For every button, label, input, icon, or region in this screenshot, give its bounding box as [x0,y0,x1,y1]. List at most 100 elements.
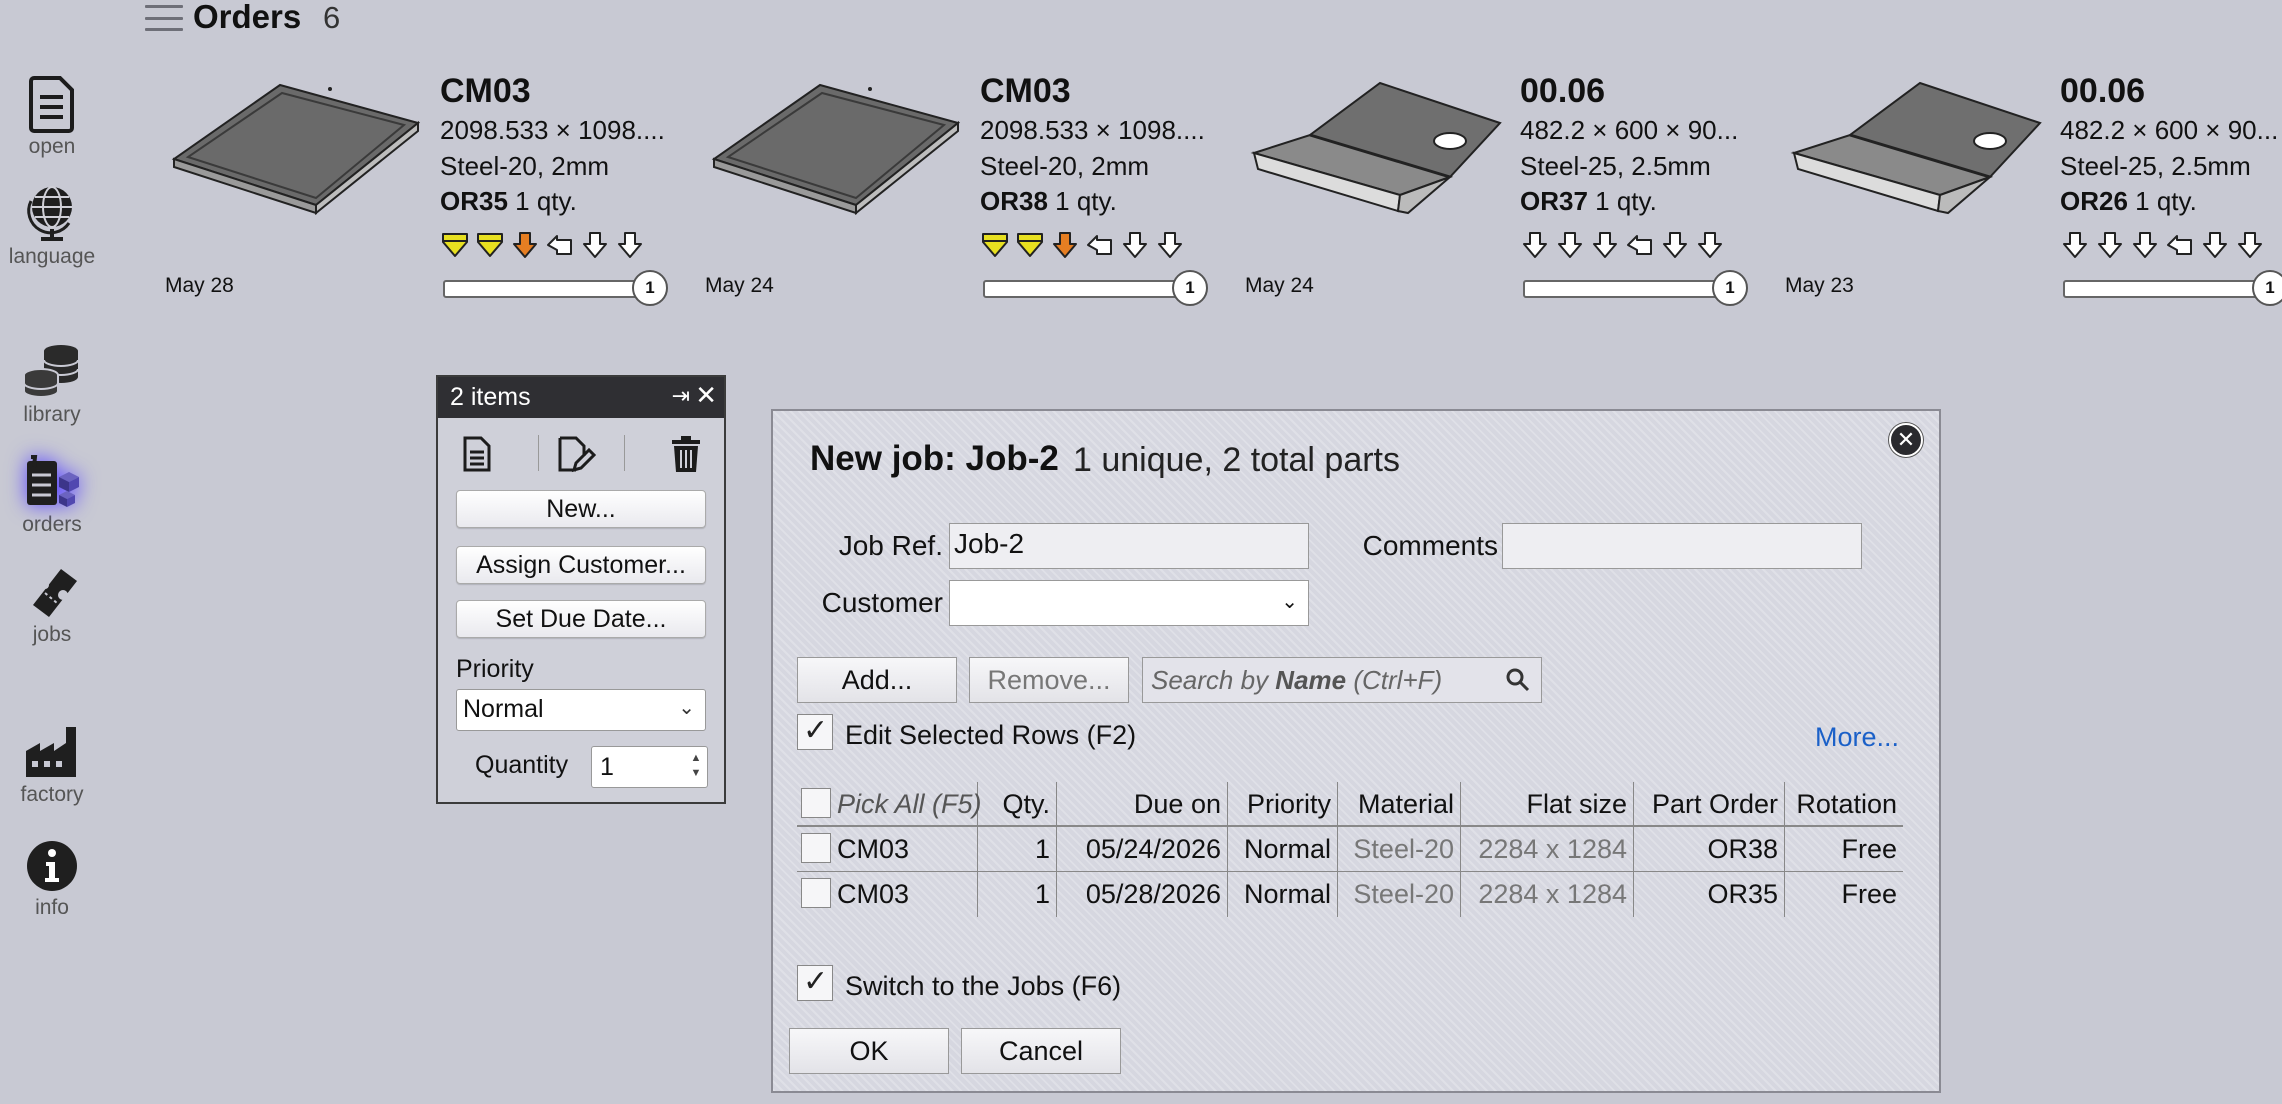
nav-library[interactable]: library [0,343,104,427]
remove-part-button[interactable]: Remove... [969,657,1129,703]
trash-icon[interactable] [664,432,708,476]
column-header-flat-size[interactable]: Flat size [1461,782,1634,827]
due-date: May 24 [1245,274,1314,297]
pick-all-checkbox[interactable] [801,788,831,818]
progress-knob[interactable]: 1 [1712,270,1748,306]
column-header-part-order[interactable]: Part Order [1634,782,1785,827]
assign-customer-button[interactable]: Assign Customer... [456,546,706,584]
comments-field[interactable] [1502,523,1862,569]
globe-icon [27,186,72,241]
progress-knob[interactable]: 1 [2252,270,2282,306]
part-code: 00.06 [1520,72,1606,110]
close-icon[interactable]: ✕ [1889,423,1923,457]
job-ref-field[interactable]: Job-2 [949,523,1309,569]
progress-knob[interactable]: 1 [1172,270,1208,306]
column-header-material[interactable]: Material [1338,782,1461,827]
nav-language[interactable]: language [0,183,104,269]
status-down-icon [2133,232,2157,258]
priority-select[interactable]: Normal ⌄ [456,689,706,731]
status-down-icon [1053,232,1077,258]
nav-open-label: open [28,135,76,158]
column-header-priority[interactable]: Priority [1228,782,1338,827]
cell-priority: Normal [1228,872,1338,917]
part-thumbnail[interactable] [170,75,430,216]
status-yellow-icon [477,233,503,257]
order-card[interactable]: 00.06 482.2 × 600 × 90... Steel-25, 2.5mm O… [1785,55,2282,315]
status-down-icon [1593,232,1617,258]
switch-to-jobs-checkbox[interactable] [797,964,833,1001]
row-checkbox[interactable] [801,878,831,908]
progress-knob[interactable]: 1 [632,270,668,306]
order-line: OR35 1 qty. [440,186,577,217]
orders-icon [27,455,79,507]
database-icon [23,345,79,398]
pick-all-header[interactable]: Pick All (F5) [797,782,982,827]
orders-count: 6 [323,0,341,35]
search-input[interactable]: Search by Name (Ctrl+F) [1142,657,1542,703]
set-due-date-button[interactable]: Set Due Date... [456,600,706,638]
row-checkbox[interactable] [801,833,831,863]
status-down-icon [618,232,642,258]
cell-qty: 1 [978,827,1057,872]
table-row[interactable]: CM03 1 05/28/2026 Normal Steel-20 2284 x… [797,872,1903,917]
nav-jobs-label: jobs [32,623,72,646]
part-code: CM03 [980,72,1071,110]
cell-flat-size: 2284 x 1284 [1461,872,1634,917]
dialog-subtitle: 1 unique, 2 total parts [1073,441,1401,479]
cell-priority: Normal [1228,827,1338,872]
progress-bar [1523,280,1723,298]
search-shortcut: (Ctrl+F) [1346,665,1443,695]
job-ref-label: Job Ref. [838,530,943,561]
part-dimensions: 482.2 × 600 × 90... [1520,115,1739,145]
status-down-icon [513,232,537,258]
order-qty: 1 qty. [1055,186,1117,216]
cell-flat-size: 2284 x 1284 [1461,827,1634,872]
part-material: Steel-25, 2.5mm [2060,151,2251,181]
column-header-qty[interactable]: Qty. [978,782,1057,827]
edit-document-icon[interactable] [552,432,596,476]
close-icon[interactable]: ✕ [695,380,717,411]
order-qty: 1 qty. [2135,186,2197,216]
status-left-icon [1087,235,1112,255]
part-material: Steel-20, 2mm [980,151,1150,181]
ok-button[interactable]: OK [789,1028,949,1074]
table-row[interactable]: CM03 1 05/24/2026 Normal Steel-20 2284 x… [797,827,1903,872]
part-dimensions: 2098.533 × 1098.... [440,115,665,145]
add-part-button[interactable]: Add... [797,657,957,703]
cancel-button[interactable]: Cancel [961,1028,1121,1074]
cell-part-order: OR35 [1634,872,1785,917]
nav-orders[interactable]: orders [0,453,104,537]
status-down-icon [1123,232,1147,258]
cell-rotation: Free [1841,834,1897,864]
nav-info[interactable]: info [0,838,104,920]
nav-open[interactable]: open [0,75,104,159]
selection-panel-header: 2 items ⇥ ✕ [438,377,724,418]
status-down-icon [1698,232,1722,258]
order-card[interactable]: CM03 2098.533 × 1098.... Steel-20, 2mm OR38… [705,55,1250,315]
new-job-button[interactable]: New... [456,490,706,528]
nav-jobs[interactable]: jobs [0,563,104,647]
column-header-due-on[interactable]: Due on [1057,782,1228,827]
cell-part-name: CM03 [837,834,910,864]
spin-arrows-icon[interactable]: ▲ ▼ [689,751,703,781]
order-card[interactable]: CM03 2098.533 × 1098.... Steel-20, 2mm OR35… [165,55,710,315]
customer-select[interactable]: ⌄ [949,580,1309,626]
nav-factory[interactable]: factory [0,725,104,807]
quantity-stepper[interactable]: 1 ▲ ▼ [591,746,708,788]
toolbar-separator [624,435,625,471]
search-icon[interactable] [1505,667,1531,693]
document-icon[interactable] [455,432,499,476]
column-header-rotation[interactable]: Rotation [1785,782,1903,827]
order-card[interactable]: 00.06 482.2 × 600 × 90... Steel-25, 2.5mm O… [1245,55,1790,315]
progress-bar [2063,280,2263,298]
part-thumbnail[interactable] [1790,75,2050,215]
pin-icon[interactable]: ⇥ [672,383,690,409]
part-thumbnail[interactable] [1250,75,1510,215]
chevron-down-icon: ⌄ [678,697,695,719]
more-link[interactable]: More... [1815,722,1899,753]
nav-language-label: language [8,245,96,268]
part-thumbnail[interactable] [710,75,970,216]
edit-selected-checkbox[interactable] [797,713,833,750]
status-down-icon [2063,232,2087,258]
menu-toggle-icon[interactable] [145,2,183,34]
